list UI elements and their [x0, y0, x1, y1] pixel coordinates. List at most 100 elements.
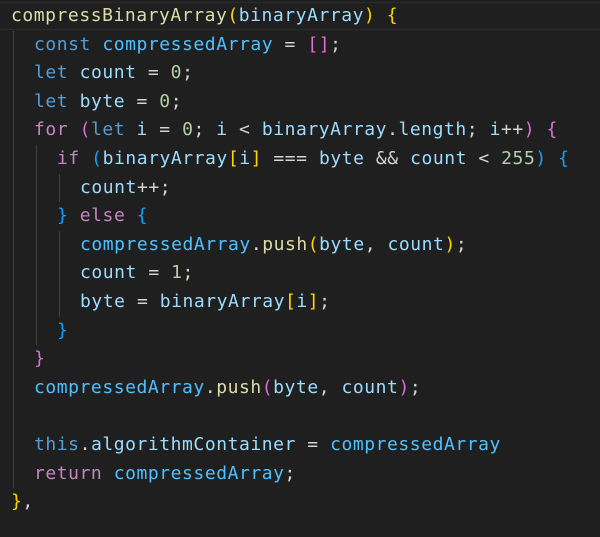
- indent-guide: [13, 202, 14, 231]
- code-token: ;: [466, 119, 490, 141]
- code-token: compressedArray: [80, 233, 251, 255]
- code-line[interactable]: compressedArray.push(byte, count);: [80, 231, 467, 259]
- code-token: []: [307, 33, 331, 55]
- code-token: i: [489, 119, 501, 141]
- code-token: i: [136, 119, 148, 141]
- code-token: .: [250, 233, 263, 255]
- code-token: count: [387, 233, 445, 255]
- code-token: ,: [318, 376, 342, 398]
- code-token: ,: [364, 233, 388, 255]
- code-token: count: [341, 376, 399, 398]
- indent-guide: [13, 259, 14, 288]
- code-line[interactable]: }: [57, 317, 68, 345]
- code-token: return: [34, 462, 103, 484]
- indent-guide: [13, 402, 14, 431]
- code-token: count: [80, 176, 137, 198]
- indent-guide: [13, 288, 14, 317]
- code-line[interactable]: this.algorithmContainer = compressedArra…: [34, 431, 501, 459]
- code-token: =: [295, 434, 331, 455]
- code-token: ,: [22, 491, 34, 513]
- code-token: (: [227, 5, 239, 26]
- code-token: [: [285, 291, 297, 312]
- code-token: {: [546, 119, 558, 141]
- code-token: ++;: [136, 176, 172, 198]
- code-token: count: [79, 62, 137, 84]
- code-token: ): [444, 233, 456, 255]
- code-token: compressedArray: [113, 462, 285, 484]
- code-token: <: [467, 148, 502, 169]
- code-token: i: [216, 119, 228, 141]
- code-editor[interactable]: compressBinaryArray(binaryArray) {const …: [0, 0, 600, 537]
- code-line[interactable]: let byte = 0;: [34, 88, 182, 116]
- code-token: ): [398, 376, 410, 398]
- code-token: ;: [455, 233, 468, 255]
- code-token: =: [136, 62, 171, 84]
- code-token: push: [262, 233, 308, 255]
- code-line[interactable]: byte = binaryArray[i];: [80, 288, 331, 316]
- code-token: (: [91, 148, 103, 169]
- code-token: }: [34, 348, 46, 370]
- code-token: ]: [307, 291, 320, 312]
- code-token: (: [261, 376, 274, 398]
- code-token: ;: [319, 291, 331, 312]
- code-token: binaryArray: [102, 148, 228, 169]
- code-token: {: [136, 205, 149, 227]
- code-token: compressedArray: [34, 376, 205, 398]
- code-token: }: [11, 491, 23, 513]
- code-line[interactable]: let count = 0;: [34, 59, 193, 87]
- code-token: .: [387, 119, 399, 141]
- code-token: =: [147, 119, 183, 141]
- code-token: for: [34, 119, 69, 141]
- code-token: &&: [364, 148, 411, 169]
- code-token: =: [125, 90, 160, 112]
- code-line[interactable]: if (binaryArray[i] === byte && count < 2…: [57, 145, 570, 173]
- code-token: ===: [262, 148, 319, 169]
- code-token: ;: [170, 90, 183, 112]
- code-token: (: [79, 119, 91, 141]
- code-token: ): [523, 119, 536, 141]
- code-token: length: [398, 119, 467, 141]
- code-line[interactable]: },: [11, 488, 34, 516]
- indent-guide: [13, 459, 14, 489]
- code-line[interactable]: compressedArray.push(byte, count);: [34, 374, 421, 402]
- code-token: compressedArray: [102, 33, 274, 55]
- indent-guide: [13, 345, 14, 374]
- code-line[interactable]: count++;: [80, 174, 171, 202]
- code-token: byte: [318, 148, 365, 169]
- code-line[interactable]: } else {: [57, 202, 148, 230]
- code-token: .: [204, 376, 217, 398]
- code-token: byte: [80, 291, 126, 312]
- code-line[interactable]: const compressedArray = [];: [34, 31, 341, 59]
- code-token: binaryArray: [159, 291, 285, 312]
- code-token: compressBinaryArray: [11, 5, 228, 26]
- indent-guide: [36, 288, 37, 317]
- indent-guide: [59, 288, 60, 317]
- code-token: algorithmContainer: [90, 434, 296, 455]
- code-token: ;: [284, 462, 296, 484]
- indent-guide: [13, 431, 14, 460]
- indent-guide: [36, 230, 37, 260]
- code-token: {: [386, 5, 399, 26]
- code-token: byte: [79, 90, 126, 112]
- code-token: ++: [500, 119, 524, 141]
- code-token: ;: [193, 119, 217, 141]
- code-token: push: [216, 376, 262, 398]
- code-token: 255: [501, 148, 536, 169]
- indent-guide: [36, 316, 37, 346]
- code-line[interactable]: compressBinaryArray(binaryArray) {: [11, 2, 398, 30]
- code-token: 0: [159, 90, 171, 112]
- code-line[interactable]: return compressedArray;: [34, 460, 296, 488]
- code-token: ): [535, 148, 547, 169]
- indent-guide: [36, 173, 37, 203]
- indent-guide: [13, 116, 14, 145]
- code-token: =: [273, 33, 308, 55]
- indent-guide: [13, 30, 14, 60]
- code-token: let: [34, 62, 69, 84]
- code-line[interactable]: count = 1;: [80, 259, 194, 287]
- code-line[interactable]: for (let i = 0; i < binaryArray.length; …: [34, 116, 558, 144]
- indent-guide: [59, 173, 60, 203]
- code-line[interactable]: }: [34, 345, 45, 373]
